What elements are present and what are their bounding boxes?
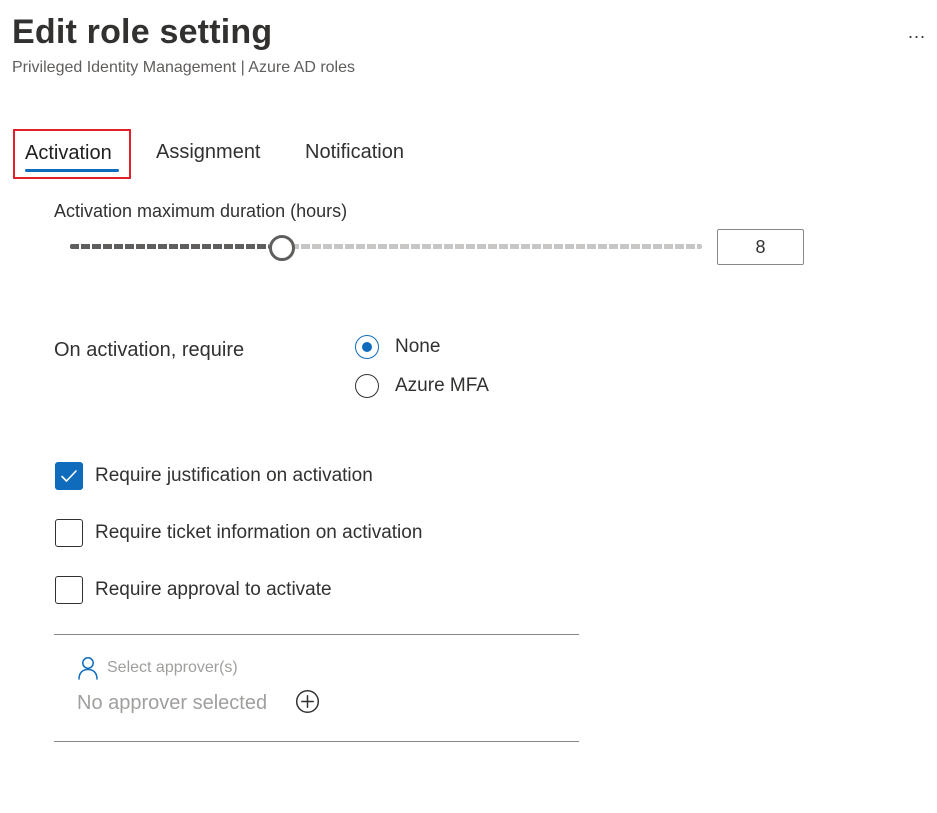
tab-notification[interactable]: Notification xyxy=(305,132,404,178)
tab-selected-indicator xyxy=(25,169,119,172)
radio-button[interactable] xyxy=(355,374,379,398)
require-ticket-label: Require ticket information on activation xyxy=(95,522,423,543)
divider xyxy=(54,741,579,742)
require-justification-label: Require justification on activation xyxy=(95,465,373,486)
breadcrumb[interactable]: Privileged Identity Management | Azure A… xyxy=(12,58,355,78)
tab-activation[interactable]: Activation xyxy=(13,129,131,179)
radio-azure-mfa[interactable]: Azure MFA xyxy=(355,372,489,400)
select-approvers-label: Select approver(s) xyxy=(107,659,238,676)
checkbox-unchecked[interactable] xyxy=(55,519,83,547)
checkbox-checked[interactable] xyxy=(55,462,83,490)
radio-none-label: None xyxy=(395,336,441,357)
page-title: Edit role setting xyxy=(12,13,273,51)
tab-assignment[interactable]: Assignment xyxy=(156,132,261,178)
activation-require-label: On activation, require xyxy=(54,339,245,361)
require-approval-checkbox[interactable]: Require approval to activate xyxy=(55,576,332,604)
slider-fill xyxy=(70,244,269,249)
person-icon xyxy=(78,657,98,680)
more-options-button[interactable]: ... xyxy=(900,18,934,46)
duration-slider[interactable] xyxy=(70,235,702,261)
radio-button-selected[interactable] xyxy=(355,335,379,359)
checkbox-unchecked[interactable] xyxy=(55,576,83,604)
add-circle-icon[interactable] xyxy=(295,689,320,714)
require-justification-checkbox[interactable]: Require justification on activation xyxy=(55,462,373,490)
checkmark-icon xyxy=(61,470,77,482)
tab-activation-label: Activation xyxy=(25,142,112,164)
slider-thumb[interactable] xyxy=(269,235,295,261)
require-ticket-checkbox[interactable]: Require ticket information on activation xyxy=(55,519,422,547)
radio-none[interactable]: None xyxy=(355,333,440,361)
edit-role-setting-panel: Edit role setting Privileged Identity Ma… xyxy=(0,0,937,813)
no-approver-text: No approver selected xyxy=(77,692,268,714)
duration-label: Activation maximum duration (hours) xyxy=(54,201,348,221)
require-approval-label: Require approval to activate xyxy=(95,579,332,600)
divider xyxy=(54,634,579,635)
radio-azure-mfa-label: Azure MFA xyxy=(395,375,489,396)
more-icon: ... xyxy=(907,21,926,42)
duration-input[interactable] xyxy=(717,229,804,265)
select-approvers-link[interactable]: Select approver(s) xyxy=(77,656,238,680)
